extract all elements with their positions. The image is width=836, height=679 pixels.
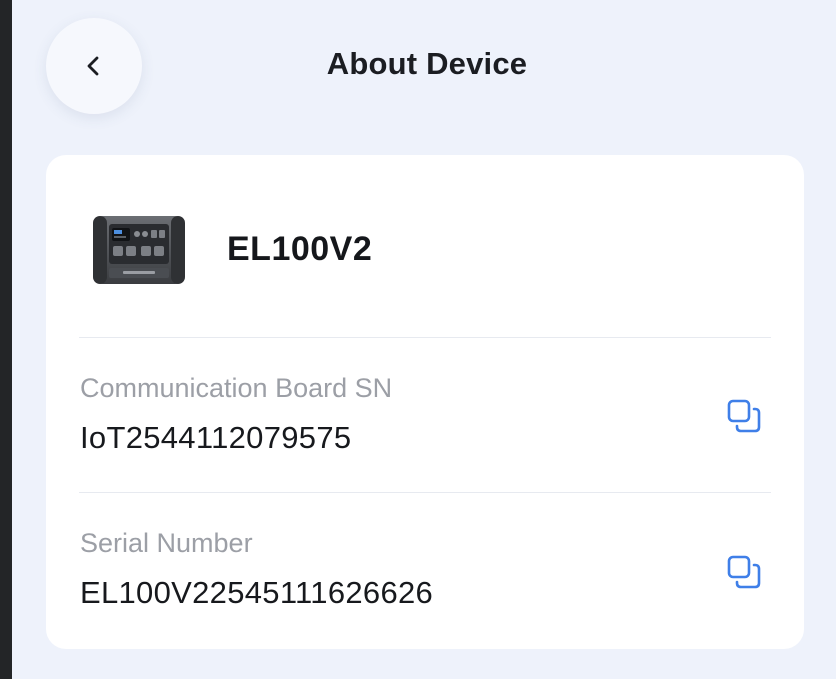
left-window-edge [0,0,12,679]
serial-number-row: Serial Number EL100V22545111626626 [46,493,804,643]
copy-icon [727,555,761,589]
serial-number-label: Serial Number [80,528,253,558]
communication-board-sn-value: IoT2544112079575 [80,420,352,455]
device-name: EL100V2 [227,230,373,268]
serial-number-value: EL100V22545111626626 [80,575,434,610]
power-station-image [93,216,185,284]
copy-serial-number-button[interactable] [722,550,766,594]
communication-board-sn-label: Communication Board SN [80,373,393,403]
about-device-screen: About Device EL100V2 Communication Board… [12,0,836,679]
device-info-card: EL100V2 Communication Board SN IoT254411… [46,155,804,649]
page-title: About Device [326,46,528,81]
device-summary: EL100V2 [46,155,804,337]
copy-communication-board-sn-button[interactable] [722,394,766,438]
communication-board-sn-row: Communication Board SN IoT2544112079575 [46,338,804,488]
copy-icon [727,399,761,433]
